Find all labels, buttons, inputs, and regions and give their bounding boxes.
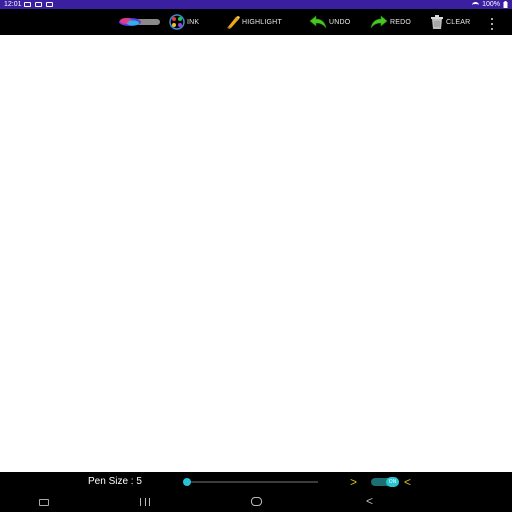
- clear-button[interactable]: CLEAR: [430, 9, 470, 35]
- status-bar: 12:01 100%: [0, 0, 512, 9]
- trash-icon: [431, 15, 443, 29]
- drawing-canvas[interactable]: [0, 35, 512, 472]
- undo-icon: [309, 15, 327, 29]
- undo-label: UNDO: [329, 18, 351, 26]
- battery-percent: 100%: [482, 1, 500, 8]
- notification-icons: [24, 0, 53, 7]
- prev-arrow-button[interactable]: <: [404, 475, 411, 489]
- ink-label: INK: [187, 18, 200, 26]
- home-button[interactable]: [251, 497, 262, 506]
- undo-button[interactable]: UNDO: [309, 9, 350, 35]
- drawing-app: 12:01 100% INK HIGHLIGHT UNDO REDO CLEAR…: [0, 0, 512, 512]
- redo-label: REDO: [390, 18, 412, 26]
- notification-icon: [46, 2, 53, 7]
- notification-icon: [35, 2, 42, 7]
- more-options-icon[interactable]: [489, 18, 495, 30]
- back-button[interactable]: <: [366, 494, 373, 508]
- ink-icon: [169, 14, 185, 30]
- pen-color-icon: [119, 18, 160, 26]
- notification-icon: [24, 2, 31, 7]
- pen-size-label: Pen Size : 5: [88, 476, 142, 487]
- navigation-bar: <: [0, 492, 512, 512]
- next-arrow-button[interactable]: >: [350, 475, 357, 489]
- keyboard-icon[interactable]: [39, 499, 49, 506]
- pen-size-controls: Pen Size : 5 > ON <: [0, 472, 512, 492]
- wifi-icon: [472, 1, 480, 8]
- toolbar: INK HIGHLIGHT UNDO REDO CLEAR: [0, 9, 512, 35]
- pen-size-slider[interactable]: [184, 481, 318, 483]
- highlight-label: HIGHLIGHT: [242, 18, 282, 26]
- toggle-knob[interactable]: ON: [386, 477, 399, 487]
- recents-button[interactable]: [140, 498, 150, 506]
- pen-size-slider-thumb[interactable]: [183, 478, 191, 486]
- highlight-button[interactable]: HIGHLIGHT: [226, 9, 282, 35]
- status-right: 100%: [472, 0, 508, 9]
- pen-color-button[interactable]: [118, 9, 160, 35]
- redo-icon: [370, 15, 388, 29]
- highlighter-icon: [227, 16, 240, 29]
- redo-button[interactable]: REDO: [370, 9, 411, 35]
- ink-button[interactable]: INK: [169, 9, 199, 35]
- clear-label: CLEAR: [446, 18, 471, 26]
- status-time: 12:01: [4, 1, 22, 8]
- battery-icon: [503, 1, 508, 8]
